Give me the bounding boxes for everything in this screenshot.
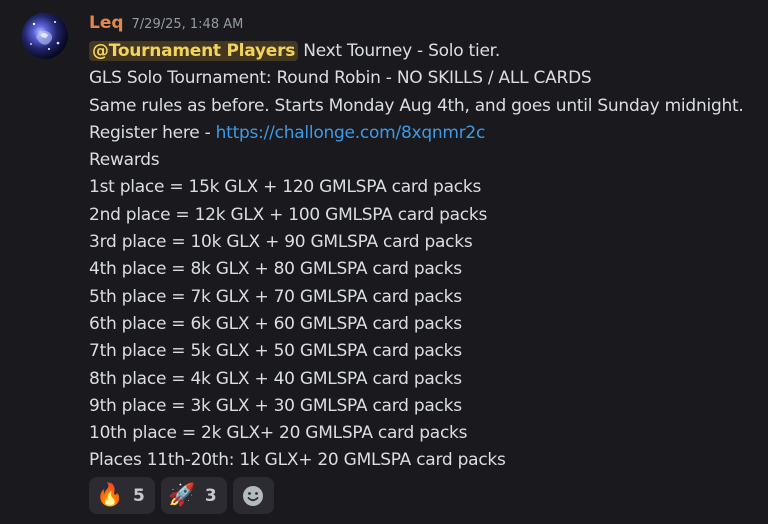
register-label: Register here - bbox=[89, 122, 216, 143]
reaction-rocket[interactable]: 🚀 3 bbox=[160, 477, 227, 514]
reward-line: Places 11th-20th: 1k GLX+ 20 GMLSPA card… bbox=[89, 450, 506, 471]
register-link[interactable]: https://challonge.com/8xqnmr2c bbox=[216, 123, 486, 143]
reward-line: 9th place = 3k GLX + 30 GMLSPA card pack… bbox=[89, 395, 462, 416]
rewards-heading: Rewards bbox=[89, 150, 160, 171]
reaction-fire[interactable]: 🔥 5 bbox=[89, 477, 155, 514]
rocket-icon: 🚀 bbox=[168, 482, 196, 508]
reaction-count: 3 bbox=[204, 485, 217, 506]
reaction-count: 5 bbox=[133, 485, 145, 506]
username[interactable]: Leq bbox=[89, 13, 124, 33]
announcement-text: Next Tourney - Solo tier. bbox=[298, 41, 500, 61]
reward-line: 4th place = 8k GLX + 80 GMLSPA card pack… bbox=[89, 259, 462, 280]
reward-line: 5th place = 7k GLX + 70 GMLSPA card pack… bbox=[89, 286, 462, 307]
reward-line: 10th place = 2k GLX+ 20 GMLSPA card pack… bbox=[89, 423, 468, 444]
reward-line: 1st place = 15k GLX + 120 GMLSPA card pa… bbox=[89, 177, 482, 198]
reward-line: 7th place = 5k GLX + 50 GMLSPA card pack… bbox=[89, 341, 462, 362]
message-line-announcement: @Tournament Players Next Tourney - Solo … bbox=[89, 38, 761, 65]
fire-icon: 🔥 bbox=[96, 482, 124, 508]
reward-line: 6th place = 6k GLX + 60 GMLSPA card pack… bbox=[89, 313, 462, 334]
reward-line: 3rd place = 10k GLX + 90 GMLSPA card pac… bbox=[89, 232, 473, 253]
message-line-tournament-title: GLS Solo Tournament: Round Robin - NO SK… bbox=[89, 68, 592, 89]
night-sky-avatar-icon bbox=[22, 13, 68, 59]
message-header: Leq 7/29/25, 1:48 AM bbox=[89, 13, 243, 37]
message-line-rules: Same rules as before. Starts Monday Aug … bbox=[89, 95, 744, 116]
message-line-register: Register here - https://challonge.com/8x… bbox=[89, 120, 761, 147]
user-avatar[interactable] bbox=[22, 13, 68, 59]
add-reaction-button[interactable] bbox=[232, 477, 274, 514]
reward-line: 2nd place = 12k GLX + 100 GMLSPA card pa… bbox=[89, 204, 488, 225]
reward-line: 8th place = 4k GLX + 40 GMLSPA card pack… bbox=[89, 368, 462, 389]
reaction-bar: 🔥 5 🚀 3 bbox=[89, 477, 274, 514]
message-timestamp: 7/29/25, 1:48 AM bbox=[131, 17, 244, 32]
chat-message: Leq 7/29/25, 1:48 AM @Tournament Players… bbox=[0, 0, 768, 524]
message-content: @Tournament Players Next Tourney - Solo … bbox=[89, 38, 761, 475]
smiley-add-icon bbox=[243, 485, 264, 506]
role-mention[interactable]: @Tournament Players bbox=[89, 41, 299, 61]
